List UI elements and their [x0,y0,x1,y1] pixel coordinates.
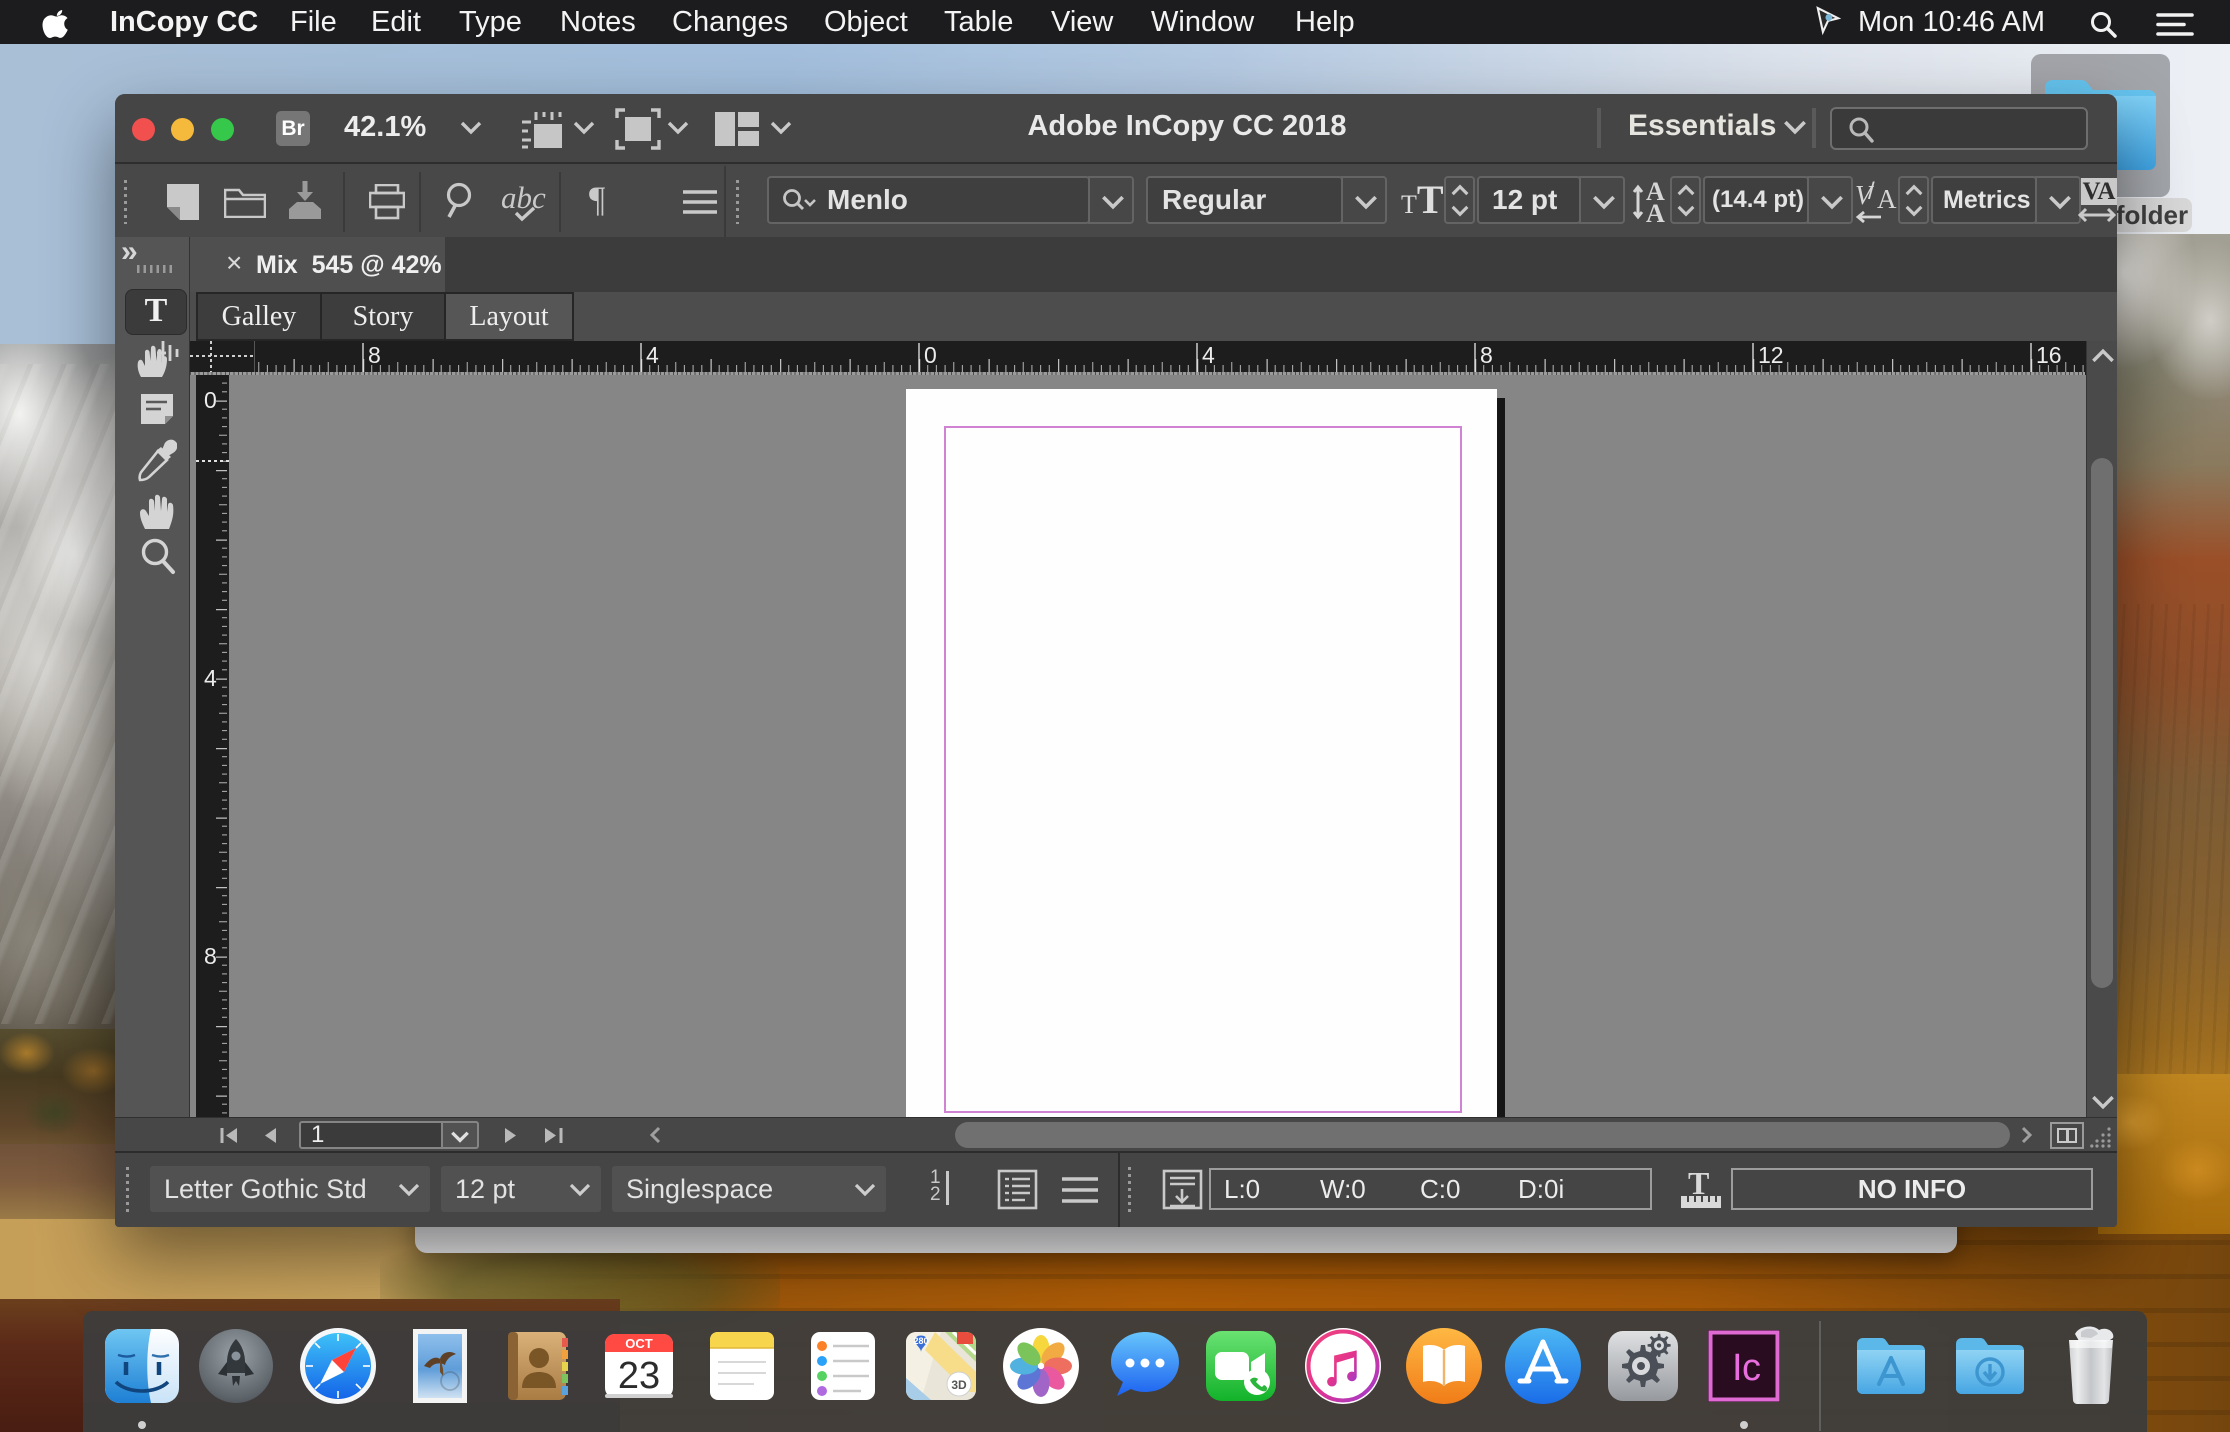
svg-text:0: 0 [204,387,217,413]
svg-text:4: 4 [1202,342,1215,368]
svg-text:8: 8 [204,943,217,969]
svg-text:3D: 3D [951,1378,967,1392]
svg-text:23: 23 [618,1355,660,1397]
svg-text:16: 16 [2036,342,2062,368]
svg-text:8: 8 [1480,342,1493,368]
svg-text:280: 280 [913,1336,928,1346]
svg-text:c: c [1742,1347,1761,1389]
svg-text:4: 4 [646,342,659,368]
svg-text:4: 4 [204,665,217,691]
svg-text:OCT: OCT [625,1336,653,1351]
svg-text:12: 12 [1758,342,1784,368]
svg-text:A: A [1646,199,1665,224]
svg-text:0: 0 [924,342,937,368]
svg-text:8: 8 [368,342,381,368]
svg-text:I: I [1732,1347,1743,1389]
